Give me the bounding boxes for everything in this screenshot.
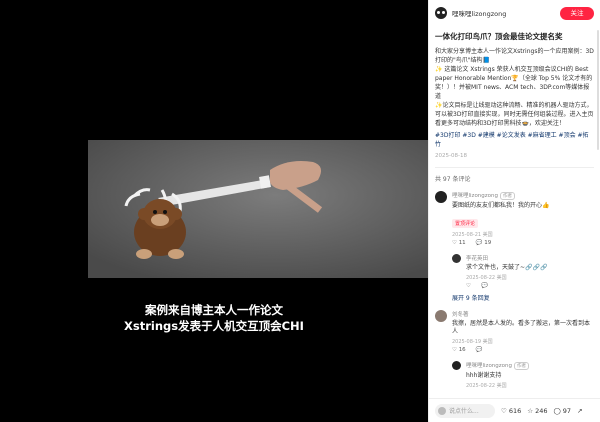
like-count: 11 [458,240,466,246]
reply-item: 哩咪哩lizongzong 作者 hhh谢谢支持 2025-08-22 美国 [452,361,594,389]
chat-icon: 💬 [475,240,483,246]
author-badge: 作者 [500,192,516,200]
replier-name[interactable]: 哩咪哩lizongzong [466,363,512,369]
heart-icon[interactable]: ♡ [466,283,471,289]
reply-text: 求个文件也，天鼓了~🔗🔗🔗 [466,264,548,271]
reply-count: 19 [484,240,492,246]
note-date: 2025-08-18 [435,153,467,159]
author-badge: 作者 [514,362,530,370]
divider [435,167,594,168]
note-panel: 哩咪哩lizongzong 关注 一体化打印鸟爪？顶会最佳论文提名奖 和大家分享… [428,0,600,422]
comment-date: 2025-08-21 美国 [452,232,493,238]
app-window: 案例来自博主本人一作论文 Xstrings发表于人机交互顶会CHI 哩咪哩liz… [0,0,600,422]
comment-input-placeholder: 说点什么... [449,408,479,415]
reply-date: 2025-08-22 美国 [466,275,507,281]
reply-item: 李花英田 求个文件也，天鼓了~🔗🔗🔗 2025-08-22 美国 ♡ 💬 [452,254,594,289]
user-avatar-icon [438,406,446,415]
note-scroll-area[interactable]: 一体化打印鸟爪？顶会最佳论文提名奖 和大家分享博主本人一作论文Xstrings的… [429,26,600,398]
caption-line-1: 案例来自博主本人一作论文 [145,303,283,317]
author-header: 哩咪哩lizongzong 关注 [429,0,600,26]
comment-total: 97 [562,406,572,415]
reply-date: 2025-08-22 美国 [466,383,507,389]
pinned-badge: 置顶评论 [452,219,479,228]
note-tags[interactable]: #3D打印 #3D #建模 #论文发表 #麻省理工 #顶会 #拓竹 [435,131,594,149]
heart-icon: ♡ [501,406,507,415]
post-photo [88,140,428,278]
commenter-avatar[interactable] [435,191,447,203]
like-count: 16 [458,347,466,353]
reply-text: hhh谢谢支持 [466,372,502,379]
caption-line-2: Xstrings发表于人机交互顶会CHI [124,319,304,333]
media-viewer[interactable]: 案例来自博主本人一作论文 Xstrings发表于人机交互顶会CHI [0,0,428,422]
expand-replies-link[interactable]: 展开 9 条回复 [452,293,594,302]
author-name[interactable]: 哩咪哩lizongzong [452,8,560,18]
comment-count: 共 97 条评论 [435,176,471,183]
chat-icon[interactable]: 💬 [481,283,488,289]
replier-avatar[interactable] [452,361,461,370]
share-button[interactable]: ↗ [577,407,582,415]
comment-reply-button[interactable]: 💬 19 [476,240,492,246]
note-body: 和大家分享博主本人一作论文Xstrings的一个应用案例：3D打印的"鸟爪"结构… [435,48,594,127]
chat-icon: ◯ [553,406,561,415]
comment-text: 我擦，居然是本人发的。看多了搬运，第一次看到本人 [452,320,591,335]
comment-text: 要图纸的友友们都私我！我的开心👍 [452,202,550,209]
replier-name[interactable]: 李花英田 [466,254,594,262]
scrollbar[interactable] [597,30,599,150]
commenter-name[interactable]: 刘冬著 [452,310,594,318]
comment-button[interactable]: ◯ 97 [554,407,572,415]
comment-item: 哩咪哩lizongzong 作者 要图纸的友友们都私我！我的开心👍 置顶评论 20… [435,191,594,246]
chat-icon[interactable]: 💬 [476,347,483,353]
comment-item: 刘冬著 我擦，居然是本人发的。看多了搬运，第一次看到本人 2025-08-19 … [435,310,594,353]
commenter-name[interactable]: 哩咪哩lizongzong [452,193,498,199]
star-icon: ☆ [527,406,534,415]
collect-total: 246 [535,406,548,415]
robotic-claw-photo [88,140,428,278]
collect-button[interactable]: ☆ 246 [527,407,547,415]
like-total: 616 [508,406,522,415]
replier-avatar[interactable] [452,254,461,263]
interaction-bar: 说点什么... ♡ 616 ☆ 246 ◯ 97 ↗ [429,398,600,422]
like-button[interactable]: ♡ 616 [501,407,521,415]
comment-date: 2025-08-19 美国 [452,339,493,345]
comment-like-button[interactable]: ♡ 11 [452,240,466,246]
heart-icon: ♡ [452,240,457,246]
comment-like-button[interactable]: ♡ 16 [452,347,466,353]
follow-button[interactable]: 关注 [560,6,594,20]
note-title: 一体化打印鸟爪？顶会最佳论文提名奖 [435,32,563,41]
comment-input[interactable]: 说点什么... [435,403,495,418]
author-avatar[interactable] [435,7,447,19]
share-icon: ↗ [577,406,583,415]
heart-icon: ♡ [452,347,457,353]
commenter-avatar[interactable] [435,310,447,322]
